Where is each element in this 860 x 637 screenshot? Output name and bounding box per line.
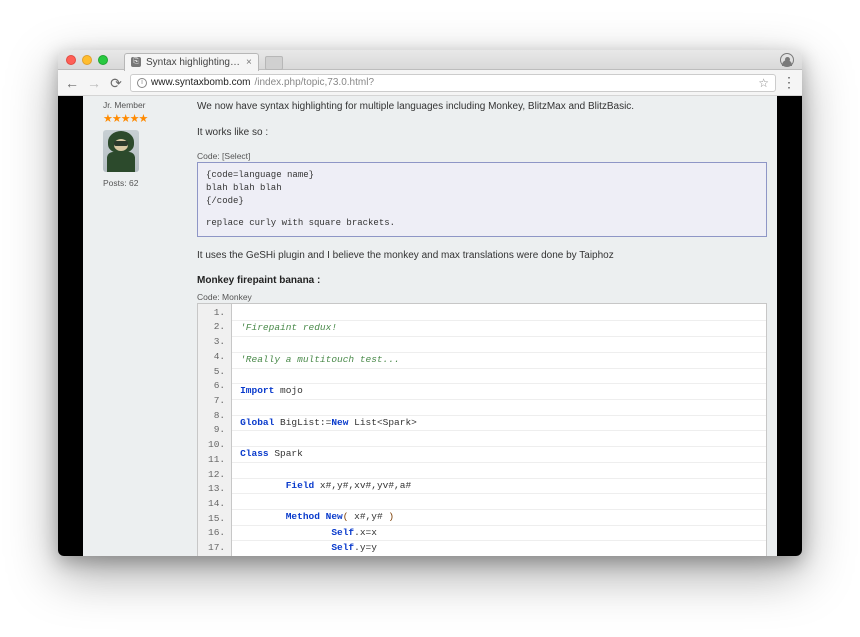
profile-icon[interactable]: [780, 53, 794, 67]
code-line: [232, 463, 766, 479]
reload-button[interactable]: ⟳: [108, 76, 124, 90]
code-lines: 'Firepaint redux! 'Really a multitouch t…: [232, 304, 766, 556]
code-line: 'Firepaint redux!: [232, 321, 766, 337]
code-line: [232, 369, 766, 385]
bookmark-star-icon[interactable]: ☆: [758, 76, 769, 90]
browser-menu-icon[interactable]: ⋮: [782, 80, 796, 86]
browser-toolbar: ← → ⟳ i www.syntaxbomb.com/index.php/top…: [58, 70, 802, 96]
code-line: Method New( x#,y# ): [232, 510, 766, 526]
tab-favicon: ⎘: [131, 57, 141, 67]
line-number: 3.: [208, 335, 225, 350]
line-number: 13.: [208, 482, 225, 497]
intro-paragraph-1: We now have syntax highlighting for mult…: [197, 100, 767, 114]
code-line: Global BigList:=New List<Spark>: [232, 416, 766, 432]
line-number: 4.: [208, 350, 225, 365]
site-info-icon[interactable]: i: [137, 78, 147, 88]
url-path: /index.php/topic,73.0.html?: [254, 77, 374, 88]
code-line: [232, 306, 766, 322]
new-tab-button[interactable]: [265, 56, 283, 70]
line-number: 2.: [208, 320, 225, 335]
tab-close-icon[interactable]: ×: [246, 57, 252, 68]
code-header-select[interactable]: Code: [Select]: [197, 151, 767, 161]
code-line: Import mojo: [232, 384, 766, 400]
browser-viewport: Jr. Member ★★★★★ Posts: 62 We now have s…: [58, 96, 802, 556]
code-line: Field x#,y#,xv#,yv#,a#: [232, 479, 766, 495]
intro-paragraph-3: It uses the GeSHi plugin and I believe t…: [197, 249, 767, 263]
window-maximize-button[interactable]: [98, 55, 108, 65]
line-number: 17.: [208, 541, 225, 556]
code-line: blah blah blah: [206, 182, 758, 195]
code-block-monkey: 1.2.3.4.5.6.7.8.9.10.11.12.13.14.15.16.1…: [197, 303, 767, 556]
code-line: {code=language name}: [206, 169, 758, 182]
user-stars: ★★★★★: [103, 112, 183, 125]
user-sidebar: Jr. Member ★★★★★ Posts: 62: [103, 100, 183, 556]
line-number: 15.: [208, 512, 225, 527]
user-avatar[interactable]: [103, 130, 139, 172]
window-close-button[interactable]: [66, 55, 76, 65]
browser-tab[interactable]: ⎘ Syntax highlighting now availa ×: [124, 53, 259, 71]
window-minimize-button[interactable]: [82, 55, 92, 65]
forum-page: Jr. Member ★★★★★ Posts: 62 We now have s…: [83, 96, 777, 556]
user-post-count: Posts: 62: [103, 178, 183, 188]
code-line: replace curly with square brackets.: [206, 217, 758, 230]
plain-code-example: {code=language name} blah blah blah {/co…: [197, 162, 767, 237]
code-line: Class Spark: [232, 447, 766, 463]
tab-title: Syntax highlighting now availa: [146, 57, 241, 68]
line-number: 6.: [208, 379, 225, 394]
line-number: 5.: [208, 365, 225, 380]
code-line: [232, 494, 766, 510]
forward-button[interactable]: →: [86, 76, 102, 90]
line-number: 12.: [208, 468, 225, 483]
code-line: {/code}: [206, 195, 758, 208]
code-line: 'Really a multitouch test...: [232, 353, 766, 369]
code-line: [232, 400, 766, 416]
heading-monkey: Monkey firepaint banana :: [197, 275, 767, 286]
line-number: 8.: [208, 409, 225, 424]
line-number: 16.: [208, 526, 225, 541]
code-line: Self.x=x: [232, 526, 766, 542]
back-button[interactable]: ←: [64, 76, 80, 90]
line-number: 7.: [208, 394, 225, 409]
address-bar[interactable]: i www.syntaxbomb.com/index.php/topic,73.…: [130, 74, 776, 92]
line-number: 9.: [208, 423, 225, 438]
code-line: Self.y=y: [232, 541, 766, 556]
user-rank: Jr. Member: [103, 100, 183, 110]
url-host: www.syntaxbomb.com: [151, 77, 250, 88]
code-gutter: 1.2.3.4.5.6.7.8.9.10.11.12.13.14.15.16.1…: [198, 304, 232, 556]
code-header-monkey: Code: Monkey: [197, 292, 767, 302]
line-number: 1.: [208, 306, 225, 321]
line-number: 11.: [208, 453, 225, 468]
line-number: 10.: [208, 438, 225, 453]
intro-paragraph-2: It works like so :: [197, 126, 767, 140]
code-line: [232, 431, 766, 447]
line-number: 14.: [208, 497, 225, 512]
post-body: We now have syntax highlighting for mult…: [183, 100, 767, 556]
code-line: [232, 337, 766, 353]
browser-window: ⎘ Syntax highlighting now availa × ← → ⟳…: [58, 50, 802, 556]
titlebar: ⎘ Syntax highlighting now availa ×: [58, 50, 802, 70]
